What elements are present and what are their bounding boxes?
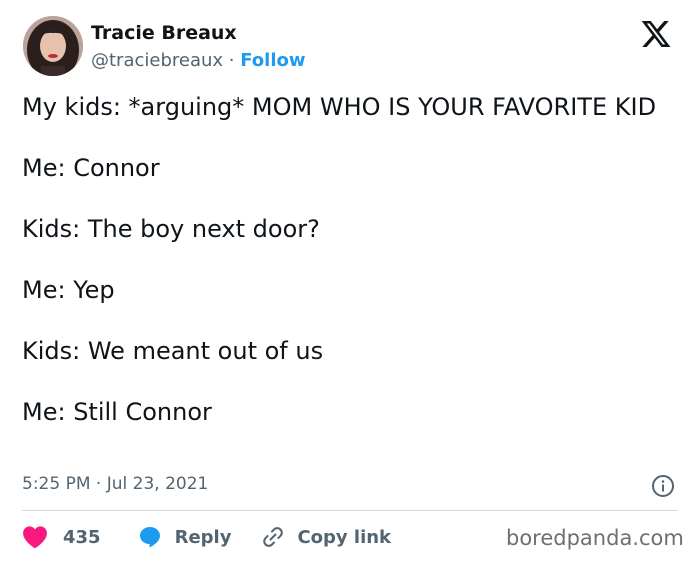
reply-label: Reply	[174, 526, 232, 548]
author-name[interactable]: Tracie Breaux	[91, 22, 237, 44]
x-logo-icon[interactable]	[640, 18, 672, 50]
tweet-timestamp[interactable]: 5:25 PM · Jul 23, 2021	[22, 474, 208, 494]
heart-icon	[22, 525, 48, 549]
reply-bubble-icon	[137, 525, 163, 549]
divider	[22, 510, 678, 511]
watermark-text: boredpanda.com	[506, 526, 684, 550]
author-handle[interactable]: @traciebreaux	[91, 50, 223, 71]
avatar[interactable]	[23, 16, 83, 76]
action-bar: 435 Reply Copy link	[22, 522, 391, 552]
tweet-card: Tracie Breaux @traciebreaux · Follow My …	[0, 0, 700, 563]
reply-button[interactable]: Reply	[137, 525, 232, 549]
tweet-text: My kids: *arguing* MOM WHO IS YOUR FAVOR…	[22, 93, 657, 426]
link-icon	[261, 525, 285, 549]
author-handle-row: @traciebreaux · Follow	[91, 50, 306, 71]
copy-link-label: Copy link	[297, 526, 392, 548]
info-icon[interactable]	[651, 474, 675, 498]
like-button[interactable]: 435	[22, 525, 101, 549]
follow-button[interactable]: Follow	[240, 50, 305, 71]
copy-link-button[interactable]: Copy link	[261, 525, 391, 549]
separator-dot: ·	[223, 50, 241, 71]
like-count: 435	[63, 526, 101, 548]
